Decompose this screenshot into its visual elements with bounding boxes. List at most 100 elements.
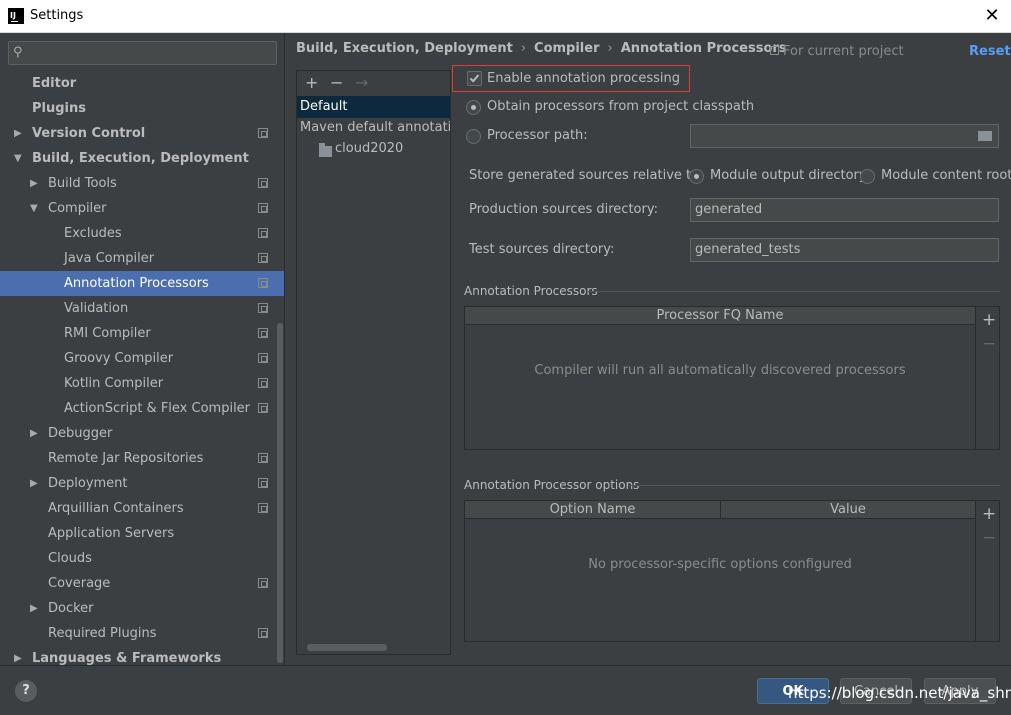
project-scope-icon	[258, 128, 268, 138]
sidebar-item[interactable]: ▼ Compiler	[0, 196, 284, 221]
move-profile-button[interactable]: →	[355, 73, 368, 92]
settings-sidebar: ⚲ Editor Plugins ▶ Version Control ▼ Build, E…	[0, 33, 285, 665]
remove-profile-button[interactable]: −	[330, 73, 343, 92]
processor-path-field[interactable]	[690, 124, 999, 148]
obtain-from-classpath-radio[interactable]	[466, 100, 481, 115]
chevron-down-icon[interactable]: ▼	[14, 146, 22, 171]
sidebar-item[interactable]: RMI Compiler	[0, 321, 284, 346]
breadcrumb-item: Compiler	[534, 41, 600, 56]
sidebar-item[interactable]: ▶ Docker	[0, 596, 284, 621]
chevron-right-icon[interactable]: ▶	[30, 171, 38, 196]
options-empty-text: No processor-specific options configured	[588, 557, 852, 572]
options-side-toolbar: + −	[976, 500, 1000, 642]
chevron-right-icon[interactable]: ▶	[30, 421, 38, 446]
sidebar-item[interactable]: Remote Jar Repositories	[0, 446, 284, 471]
sidebar-item-label: Docker	[48, 601, 94, 616]
breadcrumb-item: Annotation Processors	[620, 41, 787, 56]
annotation-processors-title: Annotation Processors	[464, 284, 598, 298]
sidebar-item[interactable]: ActionScript & Flex Compiler	[0, 396, 284, 421]
sidebar-item-label: Clouds	[48, 551, 92, 566]
project-scope-icon	[258, 578, 268, 588]
profile-item-module[interactable]: cloud2020	[297, 138, 450, 160]
processor-fq-name-header[interactable]: Processor FQ Name	[465, 307, 975, 325]
remove-option-button[interactable]: −	[982, 528, 996, 548]
close-icon[interactable]: ✕	[981, 5, 1003, 27]
obtain-from-classpath-label[interactable]: Obtain processors from project classpath	[487, 99, 754, 114]
breadcrumb-item: Build, Execution, Deployment	[296, 41, 513, 56]
processors-side-toolbar: + −	[976, 306, 1000, 450]
reset-link[interactable]: Reset	[969, 44, 1011, 59]
project-scope-icon	[258, 178, 268, 188]
sidebar-item[interactable]: ▼ Build, Execution, Deployment	[0, 146, 284, 171]
sidebar-item-label: Java Compiler	[64, 251, 155, 266]
sidebar-item[interactable]: Groovy Compiler	[0, 346, 284, 371]
sidebar-item[interactable]: Annotation Processors	[0, 271, 284, 296]
sidebar-item-label: Compiler	[48, 201, 107, 216]
sidebar-item[interactable]: Arquillian Containers	[0, 496, 284, 521]
sidebar-item-label: Plugins	[32, 101, 86, 116]
project-scope-icon	[258, 353, 268, 363]
sidebar-item-label: Coverage	[48, 576, 111, 591]
sidebar-item-label: Required Plugins	[48, 626, 157, 641]
sidebar-item[interactable]: Validation	[0, 296, 284, 321]
processor-options-table[interactable]: Option Name Value No processor-specific …	[464, 500, 976, 642]
project-scope-icon	[258, 378, 268, 388]
sidebar-item[interactable]: Coverage	[0, 571, 284, 596]
add-option-button[interactable]: +	[982, 504, 996, 524]
test-dir-field[interactable]: generated_tests	[690, 238, 999, 262]
sidebar-item[interactable]: Required Plugins	[0, 621, 284, 646]
enable-annotation-checkbox[interactable]	[467, 71, 482, 86]
window-title: Settings	[30, 8, 84, 23]
project-scope-icon	[258, 478, 268, 488]
sidebar-item-label: Editor	[32, 76, 77, 91]
sidebar-item[interactable]: ▶ Debugger	[0, 421, 284, 446]
sidebar-item[interactable]: ▶ Version Control	[0, 121, 284, 146]
sidebar-item[interactable]: Java Compiler	[0, 246, 284, 271]
sidebar-item[interactable]: Editor	[0, 71, 284, 96]
profiles-toolbar: + − →	[297, 71, 450, 95]
help-button[interactable]: ?	[15, 680, 37, 702]
chevron-right-icon[interactable]: ▶	[14, 646, 22, 665]
profile-item-default[interactable]: Default	[297, 96, 450, 118]
add-processor-button[interactable]: +	[982, 310, 996, 330]
sidebar-item[interactable]: Plugins	[0, 96, 284, 121]
profiles-panel: + − → Default Maven default annotation c…	[296, 70, 451, 655]
processor-path-radio[interactable]	[466, 129, 481, 144]
settings-search-input[interactable]: ⚲	[8, 41, 277, 65]
chevron-right-icon[interactable]: ▶	[14, 121, 22, 146]
sidebar-item[interactable]: ▶ Languages & Frameworks	[0, 646, 284, 665]
project-scope-icon	[770, 46, 779, 55]
value-header[interactable]: Value	[721, 501, 975, 519]
processor-path-label[interactable]: Processor path:	[487, 128, 588, 143]
title-bar: IJ Settings ✕	[0, 0, 1011, 33]
sidebar-item-label: Validation	[64, 301, 129, 316]
module-content-label[interactable]: Module content root	[881, 168, 1011, 183]
watermark-text: https://blog.csdn.net/java_shm	[788, 684, 1011, 702]
module-output-label[interactable]: Module output directory	[710, 168, 867, 183]
sidebar-item[interactable]: ▶ Build Tools	[0, 171, 284, 196]
group-divider	[588, 291, 1000, 292]
profiles-scrollbar[interactable]	[307, 644, 387, 651]
sidebar-item-label: Languages & Frameworks	[32, 651, 222, 665]
sidebar-item[interactable]: Application Servers	[0, 521, 284, 546]
add-profile-button[interactable]: +	[305, 73, 318, 92]
production-dir-field[interactable]: generated	[690, 198, 999, 222]
project-scope-icon	[258, 253, 268, 263]
chevron-down-icon[interactable]: ▼	[30, 196, 38, 221]
sidebar-item[interactable]: Kotlin Compiler	[0, 371, 284, 396]
sidebar-scrollbar[interactable]	[277, 323, 283, 663]
sidebar-item[interactable]: ▶ Deployment	[0, 471, 284, 496]
enable-annotation-label[interactable]: Enable annotation processing	[487, 71, 680, 86]
option-name-header[interactable]: Option Name	[465, 501, 721, 519]
processors-table[interactable]: Processor FQ Name Compiler will run all …	[464, 306, 976, 450]
chevron-right-icon[interactable]: ▶	[30, 471, 38, 496]
intellij-icon: IJ	[8, 8, 24, 24]
remove-processor-button[interactable]: −	[982, 334, 996, 354]
sidebar-item[interactable]: Excludes	[0, 221, 284, 246]
profile-item-maven[interactable]: Maven default annotation	[297, 117, 450, 139]
module-output-radio[interactable]	[689, 169, 704, 184]
chevron-right-icon[interactable]: ▶	[30, 596, 38, 621]
sidebar-item[interactable]: Clouds	[0, 546, 284, 571]
module-content-radio[interactable]	[860, 169, 875, 184]
folder-browse-icon[interactable]	[978, 131, 992, 141]
